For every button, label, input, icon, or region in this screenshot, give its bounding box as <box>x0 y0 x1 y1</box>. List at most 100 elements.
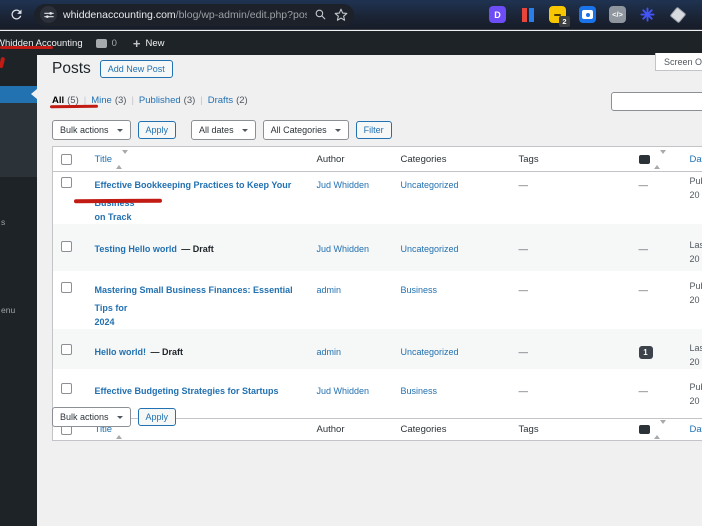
row-checkbox[interactable] <box>61 282 72 294</box>
filter-button[interactable]: Filter <box>355 121 392 139</box>
wp-sidebar: s enu <box>0 55 37 526</box>
column-date[interactable]: Date <box>690 154 702 165</box>
url-text[interactable]: whiddenaccounting.com/blog/wp-admin/edit… <box>63 9 307 21</box>
dates-filter-label: All dates <box>199 125 234 135</box>
apply-button[interactable]: Apply <box>137 408 177 426</box>
sidebar-collapse-menu-fragment[interactable]: enu <box>1 305 15 315</box>
view-published[interactable]: Published (3) <box>139 95 208 106</box>
table-row: Testing Hello world — Draft Jud Whidden … <box>52 224 702 272</box>
date-status: Published <box>689 176 702 186</box>
chevron-down-icon <box>116 128 123 135</box>
sort-arrows-icon <box>653 419 666 439</box>
comments-column-icon[interactable] <box>638 424 650 434</box>
post-title-link[interactable]: Testing Hello world <box>95 244 177 254</box>
comments-value: — <box>638 386 649 398</box>
column-tags: Tags <box>518 423 539 435</box>
sort-arrows-icon <box>116 150 129 169</box>
chevron-down-icon <box>334 128 341 135</box>
post-title-link[interactable]: Hello world! <box>95 347 147 357</box>
add-new-post-button[interactable]: Add New Post <box>99 60 173 78</box>
date-value: 20 <box>689 253 700 264</box>
red-underline-annotation <box>0 46 53 49</box>
select-all-checkbox[interactable] <box>61 154 72 165</box>
screen: whiddenaccounting.com/blog/wp-admin/edit… <box>0 0 702 526</box>
date-status: Published <box>689 281 702 292</box>
column-title[interactable]: Title <box>95 154 113 165</box>
bulk-actions-select[interactable]: Bulk actions <box>52 120 131 140</box>
category-link[interactable]: Uncategorized <box>401 347 459 357</box>
category-link[interactable]: Business <box>401 386 438 396</box>
author-link[interactable]: admin <box>317 285 342 295</box>
row-checkbox[interactable] <box>61 383 72 395</box>
tags-value: — <box>518 180 529 191</box>
extension-d-icon[interactable]: D <box>489 6 506 23</box>
author-link[interactable]: Jud Whidden <box>317 244 370 254</box>
extension-bars-icon[interactable] <box>519 6 536 23</box>
comment-count-badge[interactable]: 1 <box>638 346 653 360</box>
comments-value: — <box>638 285 649 297</box>
category-link[interactable]: Uncategorized <box>401 244 459 254</box>
wp-admin-bar: Whidden Accounting 0 + New <box>0 31 702 55</box>
author-link[interactable]: Jud Whidden <box>317 386 370 396</box>
search-posts-input[interactable] <box>611 92 702 111</box>
posts-submenu-panel[interactable] <box>0 103 37 177</box>
extension-d-label: D <box>494 9 501 20</box>
date-value: 20 <box>689 356 700 367</box>
reload-icon[interactable] <box>9 7 24 22</box>
categories-filter-select[interactable]: All Categories <box>262 120 349 140</box>
table-row: Mastering Small Business Finances: Essen… <box>53 271 702 329</box>
extension-yellow-icon[interactable]: 2 <box>549 6 570 27</box>
extension-camera-icon[interactable] <box>579 6 596 23</box>
admin-bar-comment-count: 0 <box>111 37 117 49</box>
table-row: Hello world! — Draft admin Uncategorized… <box>52 329 702 370</box>
admin-bar-comments[interactable]: 0 <box>95 37 117 49</box>
screen-options-label: Screen Options <box>664 56 702 67</box>
screen-options-tab[interactable]: Screen Options <box>655 53 702 71</box>
page-title-row: Posts Add New Post <box>52 60 173 78</box>
address-bar[interactable]: whiddenaccounting.com/blog/wp-admin/edit… <box>34 3 354 26</box>
column-categories: Categories <box>400 423 447 435</box>
bookmark-star-icon[interactable] <box>334 8 348 22</box>
extension-badge: 2 <box>559 16 570 27</box>
column-author: Author <box>316 154 345 165</box>
date-value: 20 <box>689 395 700 406</box>
extension-code-label: </> <box>612 10 623 19</box>
author-link[interactable]: admin <box>317 347 342 357</box>
view-drafts-count: (2) <box>236 95 248 106</box>
author-link[interactable]: Jud Whidden <box>317 180 370 190</box>
date-value: 20 <box>689 294 700 305</box>
tags-value: — <box>518 347 529 359</box>
post-title-link[interactable]: Effective Budgeting Strategies for Start… <box>95 386 279 396</box>
site-info-icon[interactable] <box>40 6 57 23</box>
post-title-link[interactable]: Mastering Small Business Finances: Essen… <box>95 285 305 329</box>
table-header: Title Author Categories Tags Date <box>52 146 702 172</box>
post-state: — Draft <box>150 347 183 358</box>
category-link[interactable]: Business <box>401 285 438 295</box>
extension-burst-icon[interactable] <box>639 6 656 23</box>
row-checkbox[interactable] <box>61 241 72 253</box>
view-drafts[interactable]: Drafts (2) <box>208 95 248 106</box>
tags-value: — <box>518 244 529 256</box>
row-checkbox[interactable] <box>61 344 72 356</box>
dates-filter-select[interactable]: All dates <box>191 120 256 140</box>
tags-value: — <box>518 386 529 398</box>
red-underline-annotation <box>73 198 163 203</box>
sidebar-label-fragment[interactable]: s <box>1 217 5 227</box>
sidebar-item-posts[interactable] <box>0 86 37 103</box>
row-checkbox[interactable] <box>61 177 72 188</box>
comments-value: — <box>638 180 649 191</box>
admin-bar-new[interactable]: + New <box>133 37 165 50</box>
apply-button[interactable]: Apply <box>137 121 177 139</box>
date-status: Last Modified <box>689 240 702 251</box>
column-date[interactable]: Date <box>690 424 702 435</box>
bulk-actions-select[interactable]: Bulk actions <box>52 407 131 427</box>
view-mine[interactable]: Mine (3) <box>91 95 139 106</box>
column-tags: Tags <box>518 154 539 165</box>
extension-note-icon[interactable] <box>669 6 686 23</box>
comments-column-icon[interactable] <box>638 155 650 164</box>
admin-bar-new-label: New <box>145 37 165 49</box>
comments-bubble-icon <box>95 38 107 48</box>
extension-code-icon[interactable]: </> <box>609 6 626 23</box>
category-link[interactable]: Uncategorized <box>401 180 459 190</box>
search-icon[interactable] <box>314 8 327 21</box>
